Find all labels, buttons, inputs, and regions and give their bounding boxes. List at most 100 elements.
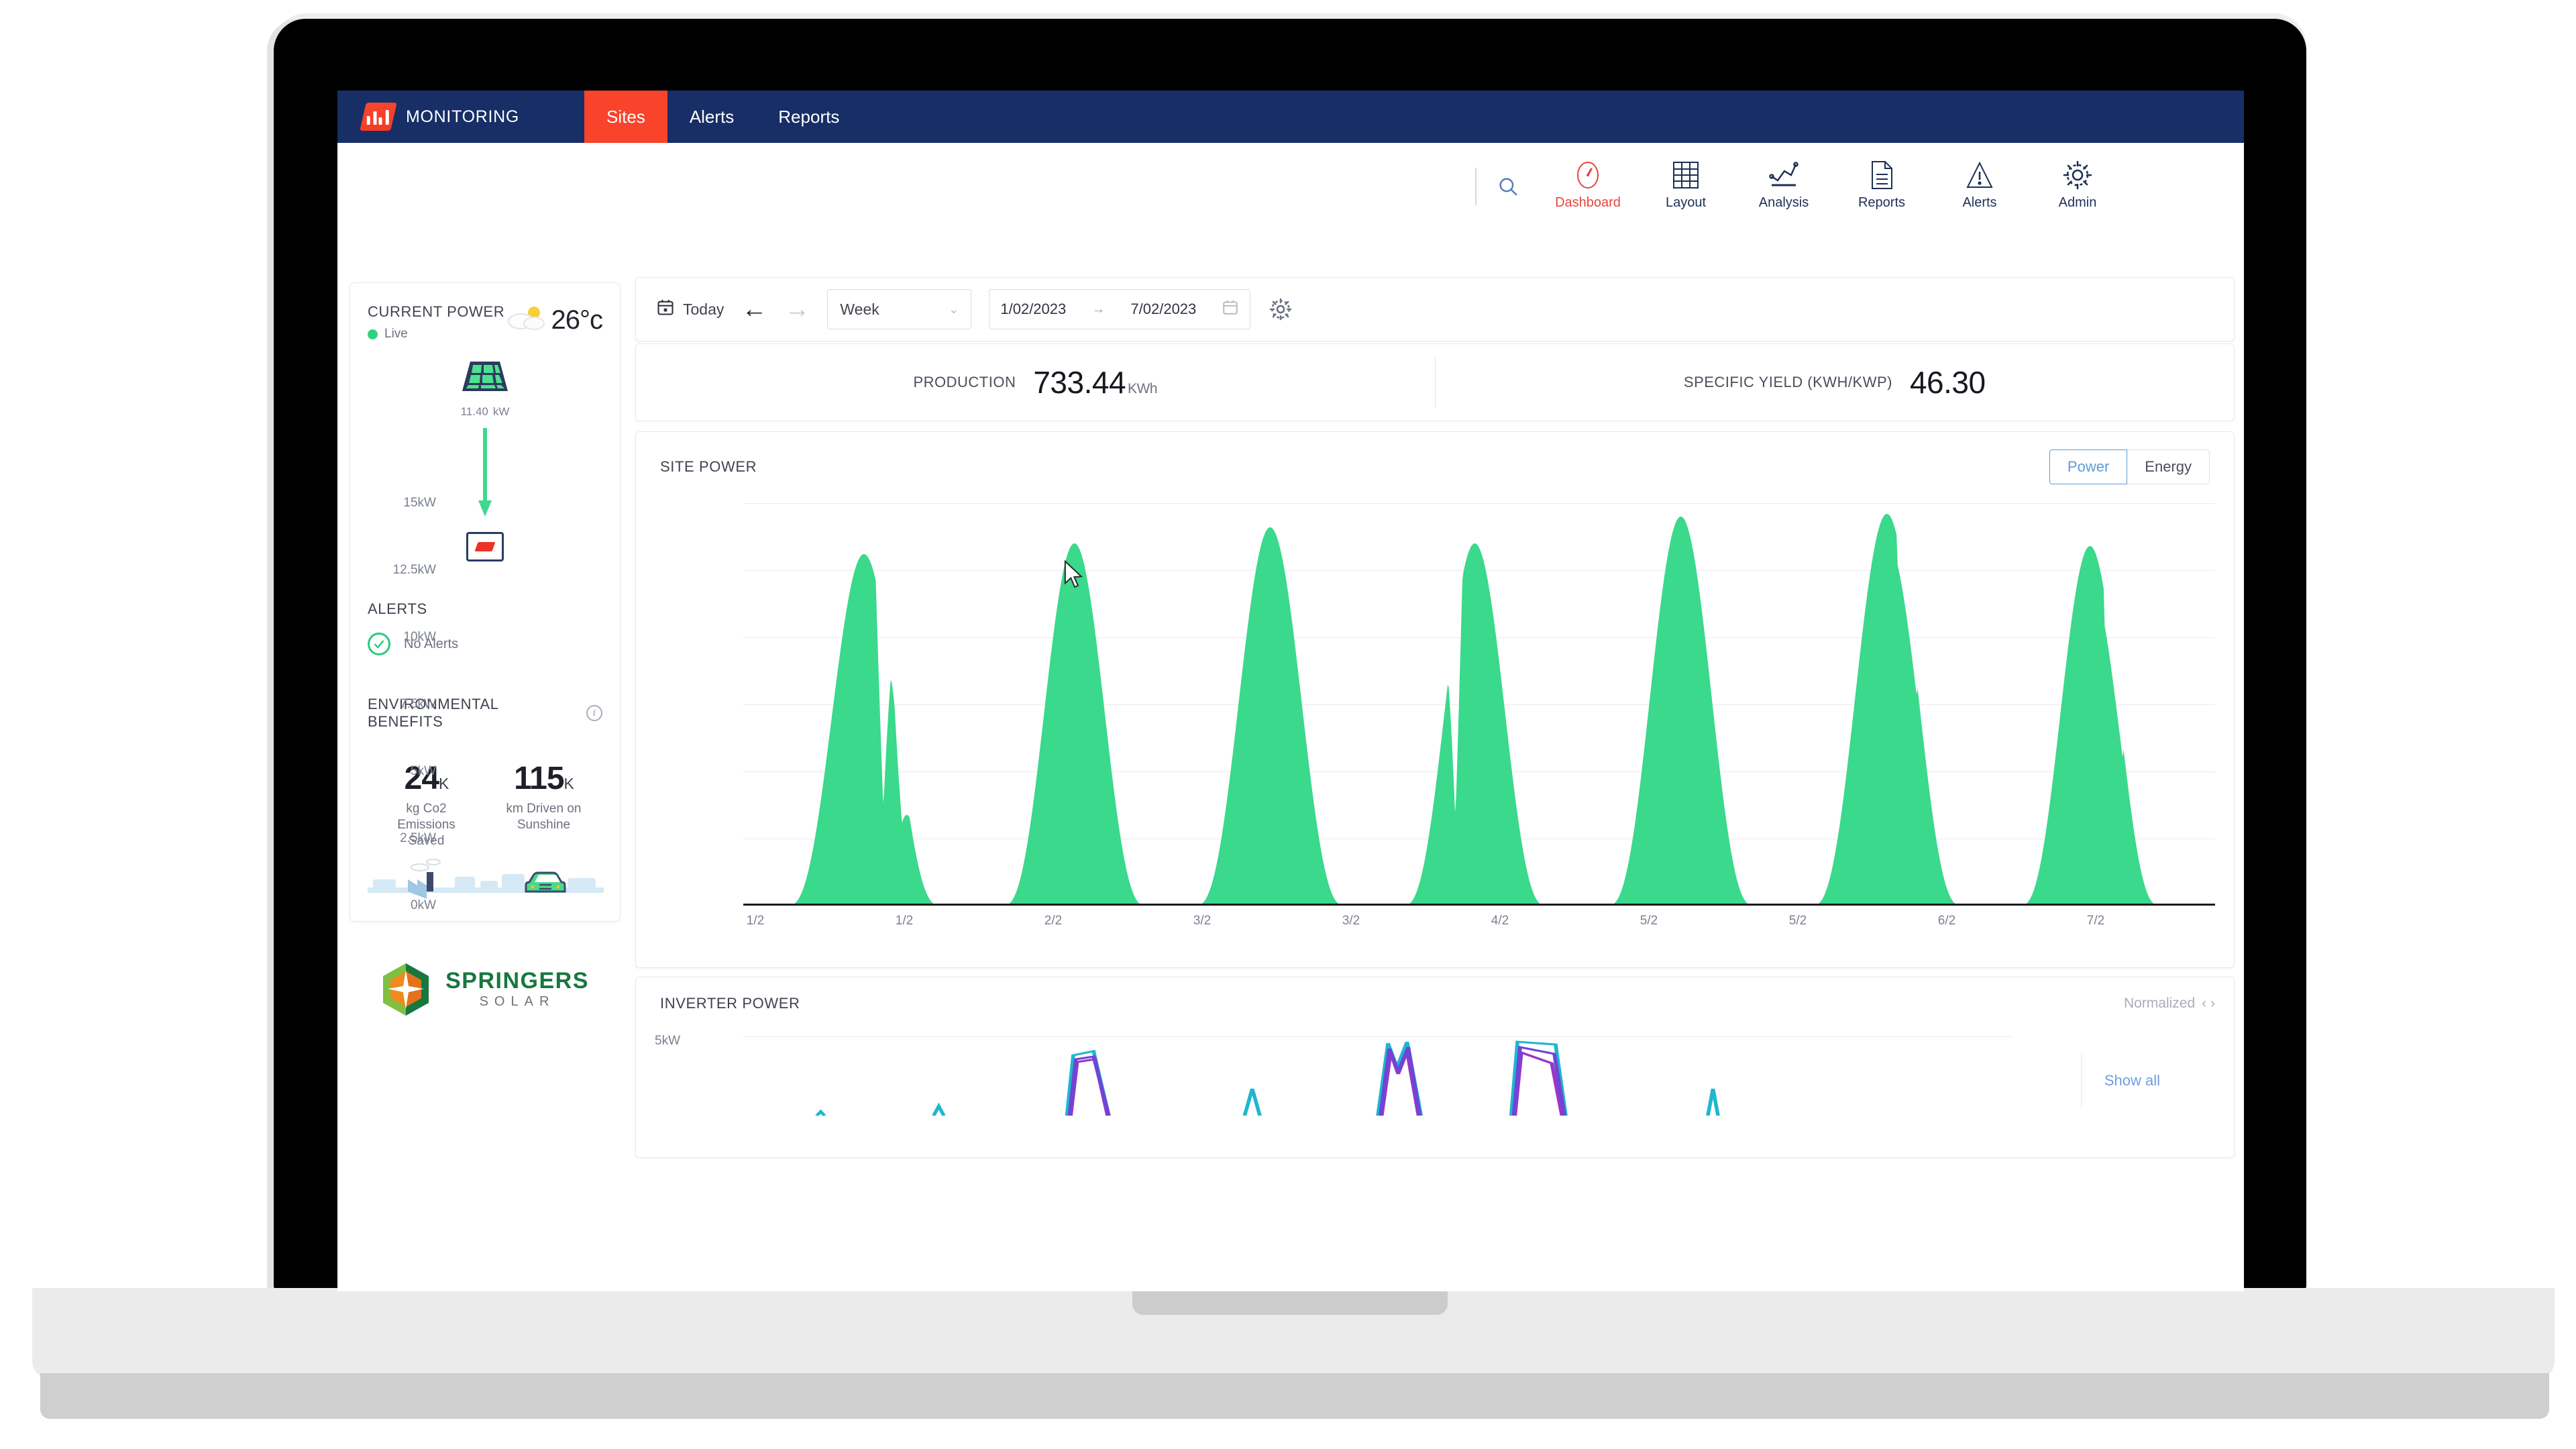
toggle-energy[interactable]: Energy	[2127, 449, 2210, 484]
topnav-tab-alerts[interactable]: Alerts	[667, 91, 756, 143]
speedometer-icon	[1573, 158, 1603, 192]
panel-kw-number: 11.40	[460, 405, 488, 418]
x-tick-5: 4/2	[1491, 914, 1509, 928]
factory-icon	[408, 859, 441, 900]
inverter-power-panel: INVERTER POWER Normalized ‹ › 5kW Show a…	[635, 977, 2235, 1158]
current-power-title: CURRENT POWER	[368, 303, 505, 320]
inverter-y-tick-5kw: 5kW	[655, 1034, 680, 1048]
today-label: Today	[683, 300, 724, 318]
show-all-link[interactable]: Show all	[2104, 1072, 2160, 1089]
nav-alerts[interactable]: Alerts	[1947, 158, 2012, 211]
inverter-power-chart: 5kW Show all	[636, 1034, 2234, 1124]
env-km-value: 115	[514, 761, 564, 796]
environmental-benefits-title: ENVIRONMENTAL BENEFITS	[368, 696, 498, 730]
env-km-label: km Driven on Sunshine	[506, 802, 582, 832]
x-tick-8: 6/2	[1937, 914, 1956, 928]
nav-dashboard-label: Dashboard	[1555, 195, 1621, 210]
gear-icon	[2062, 158, 2093, 192]
panel-kw-unit: kW	[492, 405, 510, 418]
sidebar: CURRENT POWER Live 26°c 11.40 kW ALERTS …	[337, 230, 633, 1291]
topnav-tab-reports[interactable]: Reports	[756, 91, 861, 143]
show-all-area: Show all	[2080, 1054, 2160, 1108]
y-tick-10: 10kW	[403, 630, 436, 644]
site-power-title: SITE POWER	[660, 458, 757, 475]
toggle-power[interactable]: Power	[2049, 449, 2128, 484]
document-icon	[1869, 158, 1894, 192]
date-from: 1/02/2023	[1000, 301, 1067, 317]
gear-icon[interactable]	[1268, 297, 1293, 322]
current-power-value: 11.40 kW	[461, 400, 510, 420]
mouse-pointer-icon	[1063, 559, 1086, 594]
nav-reports[interactable]: Reports	[1849, 158, 1914, 211]
date-range-input[interactable]: 1/02/2023 → 7/02/2023	[989, 289, 1251, 329]
inverter-plot-area	[743, 1036, 2012, 1117]
divider	[2080, 1054, 2082, 1108]
live-label: Live	[384, 327, 408, 341]
sidebar-card: CURRENT POWER Live 26°c 11.40 kW ALERTS …	[350, 282, 621, 922]
nav-layout[interactable]: Layout	[1654, 158, 1718, 211]
warning-triangle-icon	[1965, 158, 1994, 192]
live-status: Live	[368, 327, 504, 341]
date-range-separator: →	[1091, 301, 1106, 317]
period-select-value: Week	[840, 300, 879, 318]
chevron-down-icon: ⌄	[949, 302, 959, 316]
kpi-production-value-wrap: 733.44 KWh	[1033, 364, 1157, 400]
date-toolbar: Today ← → Week ⌄ 1/02/2023 → 7/02/2023	[635, 277, 2235, 341]
today-button[interactable]: Today	[656, 298, 724, 321]
x-tick-0: 1/2	[746, 914, 765, 928]
main-content: Today ← → Week ⌄ 1/02/2023 → 7/02/2023 P…	[393, 230, 2244, 1291]
nav-analysis[interactable]: Analysis	[1752, 158, 1816, 211]
nav-dashboard[interactable]: Dashboard	[1555, 158, 1621, 211]
divider	[1475, 168, 1477, 205]
kpi-production-label: PRODUCTION	[913, 374, 1016, 390]
site-power-chart: 15kW 12.5kW 10kW 7.5kW 5kW 2.5kW 0kW 1/2…	[393, 496, 2234, 928]
kpi-production-unit: KWh	[1128, 381, 1158, 396]
site-logo: SPRINGERS SOLAR	[350, 962, 621, 1016]
alerts-title: ALERTS	[368, 600, 427, 617]
normalized-control[interactable]: Normalized ‹ ›	[2124, 996, 2215, 1012]
nav-layout-label: Layout	[1665, 195, 1707, 210]
search-area	[1475, 168, 1519, 205]
x-tick-2: 2/2	[1044, 914, 1063, 928]
next-period-button[interactable]: →	[784, 297, 810, 322]
y-tick-7-5: 7.5kW	[400, 697, 436, 711]
period-select[interactable]: Week ⌄	[827, 289, 972, 329]
y-tick-5: 5kW	[411, 764, 436, 778]
previous-period-button[interactable]: ←	[741, 297, 767, 322]
calendar-icon	[656, 298, 675, 321]
kpi-specific-yield-value: 46.30	[1909, 365, 1986, 400]
sun-behind-cloud-icon	[506, 303, 547, 337]
kpi-production: PRODUCTION 733.44 KWh	[636, 364, 1435, 400]
down-arrow-icon	[476, 428, 494, 525]
x-tick-1: 1/2	[895, 914, 914, 928]
brand[interactable]: MONITORING	[360, 103, 584, 131]
x-tick-9: 7/2	[2086, 914, 2105, 928]
site-power-header: SITE POWER Power Energy	[636, 449, 2234, 484]
browser-viewport: MONITORING Sites Alerts Reports Dashboar…	[337, 91, 2244, 1291]
nav-admin-label: Admin	[2058, 195, 2097, 210]
weather-widget: 26°c	[506, 303, 603, 337]
icon-navigation: Dashboard Layout Analysis Reports Alerts…	[1555, 158, 2110, 215]
grid-icon	[1672, 158, 1700, 192]
nav-analysis-label: Analysis	[1758, 195, 1809, 210]
search-icon[interactable]	[1497, 175, 1519, 198]
brand-label: MONITORING	[406, 107, 520, 126]
nav-admin[interactable]: Admin	[2045, 158, 2110, 211]
kpi-row: PRODUCTION 733.44 KWh SPECIFIC YIELD (KWH…	[635, 343, 2235, 421]
env-metric-km: 115K km Driven on Sunshine	[485, 760, 602, 849]
laptop-base	[40, 1373, 2549, 1419]
temperature-value: 26°c	[551, 305, 603, 335]
env-km-value-wrap: 115K	[485, 760, 602, 797]
calendar-icon[interactable]	[1222, 299, 1239, 320]
laptop-trackpad-notch	[1132, 1288, 1448, 1315]
x-tick-3: 3/2	[1193, 914, 1212, 928]
bar-chart-logo-icon	[360, 103, 397, 131]
springers-wordmark: SPRINGERS SOLAR	[445, 968, 589, 1010]
live-dot-icon	[368, 329, 378, 339]
kpi-production-value: 733.44	[1033, 365, 1126, 400]
info-icon[interactable]: i	[586, 705, 602, 721]
topnav-tab-sites[interactable]: Sites	[584, 91, 667, 143]
solar-panel-icon	[461, 358, 509, 395]
x-axis-line	[743, 904, 2215, 906]
y-tick-15: 15kW	[403, 496, 436, 510]
